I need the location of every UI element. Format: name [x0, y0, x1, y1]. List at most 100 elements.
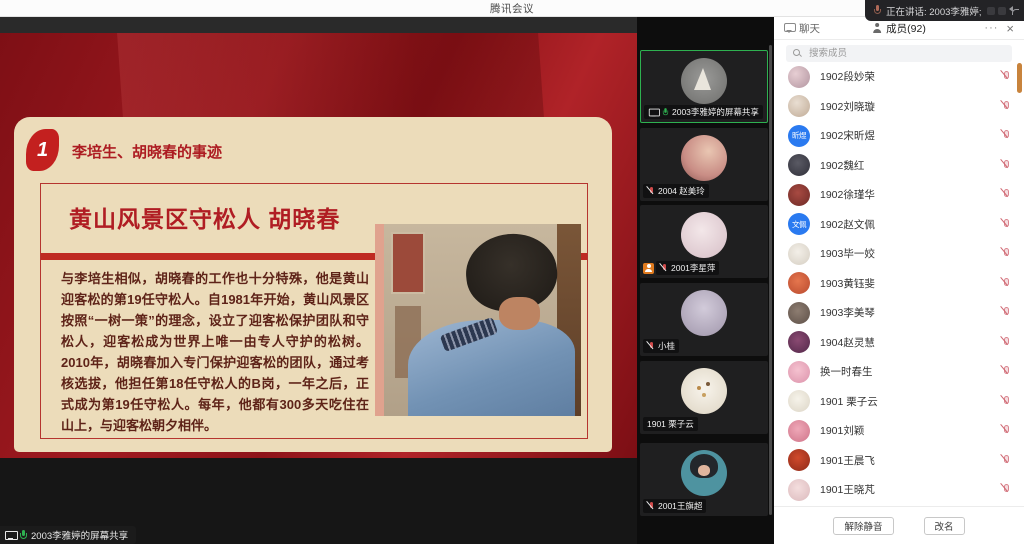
participant-avatar [681, 212, 727, 258]
member-row[interactable]: 换一时春生 [774, 357, 1024, 387]
member-name: 1902赵文佩 [820, 217, 990, 232]
avatar [788, 66, 810, 88]
tab-members-label: 成员(92) [886, 21, 926, 36]
member-row[interactable]: 1902段妙荣 [774, 62, 1024, 92]
avatar [788, 272, 810, 294]
tile-name: 小桂 [658, 340, 675, 352]
more-button[interactable]: ··· [984, 23, 998, 34]
tab-chat[interactable]: 聊天 [784, 21, 820, 36]
search-box[interactable] [786, 45, 1012, 62]
member-row[interactable]: 1904赵灵慧 [774, 328, 1024, 358]
rename-button[interactable]: 改名 [924, 517, 965, 535]
member-row[interactable]: 1902徐瑾华 [774, 180, 1024, 210]
screen-share-banner: 2003李雅婷的屏幕共享 [0, 526, 136, 544]
close-panel-button[interactable]: × [1006, 22, 1014, 35]
mic-on-icon [663, 108, 669, 117]
unmute-button[interactable]: 解除静音 [833, 517, 893, 535]
member-row[interactable]: 1903李美琴 [774, 298, 1024, 328]
participant-avatar [681, 58, 727, 104]
meeting-window: 腾讯会议 正在讲话: 2003李雅婷; 1 李培生、胡晓春的事迹 黄山风景区守松… [0, 0, 1024, 544]
member-row[interactable]: 1901王晓芃 [774, 475, 1024, 505]
panel-footer: 解除静音 改名 [774, 506, 1024, 544]
tab-members[interactable]: 成员(92) [872, 21, 926, 36]
photo-face [499, 297, 540, 330]
muted-mic-icon [1000, 100, 1010, 113]
audio-device-icon [998, 7, 1006, 15]
tile-name: 1901 栗子云 [647, 418, 694, 430]
members-scrollbar[interactable] [1017, 63, 1022, 93]
muted-mic-icon [1000, 365, 1010, 378]
member-name: 换一时春生 [820, 364, 990, 379]
speaking-mic-icon [874, 5, 881, 16]
video-tile[interactable]: 小桂 [640, 283, 768, 356]
avatar: 文佩 [788, 213, 810, 235]
member-row[interactable]: 1903毕一姣 [774, 239, 1024, 269]
speaking-toast: 正在讲话: 2003李雅婷; [865, 0, 1024, 21]
avatar [788, 95, 810, 117]
screen-share-banner-text: 2003李雅婷的屏幕共享 [31, 528, 128, 542]
avatar [788, 331, 810, 353]
member-row[interactable]: 1901王晨飞 [774, 446, 1024, 476]
hu-xiaochun-photo [375, 224, 581, 416]
member-name: 1901王晓芃 [820, 482, 990, 497]
avatar: 昕煜 [788, 125, 810, 147]
member-name: 1902魏红 [820, 158, 990, 173]
tile-name: 2001王旗超 [658, 500, 702, 512]
avatar [788, 390, 810, 412]
member-name: 1902刘晓璇 [820, 99, 990, 114]
avatar [788, 479, 810, 501]
muted-mic-icon [1000, 483, 1010, 496]
member-row[interactable]: 昕煜 1902宋昕煜 [774, 121, 1024, 151]
muted-mic-icon [1000, 159, 1010, 172]
member-name: 1902徐瑾华 [820, 187, 990, 202]
video-tile[interactable]: 2004 赵美玲 [640, 128, 768, 201]
screen-share-icon [5, 531, 16, 540]
member-row[interactable]: 1902魏红 [774, 151, 1024, 181]
muted-mic-icon [1000, 336, 1010, 349]
tile-name: 2001李星萍 [671, 262, 715, 274]
search-input[interactable] [807, 47, 1005, 60]
avatar [788, 361, 810, 383]
member-name: 1902宋昕煜 [820, 128, 990, 143]
member-name: 1901王晨飞 [820, 453, 990, 468]
video-strip-scrollbar[interactable] [769, 45, 772, 515]
slide-body-text: 与李培生相似，胡晓春的工作也十分特殊，他是黄山迎客松的第19任守松人。自1981… [61, 268, 369, 436]
avatar [788, 154, 810, 176]
photo-left-strip [375, 224, 384, 416]
video-tile[interactable]: 1901 栗子云 [640, 361, 768, 434]
muted-mic-icon [647, 501, 655, 512]
muted-mic-icon [1000, 277, 1010, 290]
muted-mic-icon [1000, 306, 1010, 319]
app-title: 腾讯会议 [490, 1, 534, 16]
member-row[interactable]: 1903黄钰斐 [774, 269, 1024, 299]
muted-mic-icon [1000, 129, 1010, 142]
muted-mic-icon [1000, 70, 1010, 83]
member-name: 1903毕一姣 [820, 246, 990, 261]
muted-mic-icon [1000, 188, 1010, 201]
reply-arrow-icon [1009, 7, 1019, 15]
member-name: 1903黄钰斐 [820, 276, 990, 291]
member-row[interactable]: 1901 栗子云 [774, 387, 1024, 417]
mic-on-icon [20, 530, 27, 541]
participant-avatar [681, 135, 727, 181]
members-panel: 聊天 成员(92) ··· × 1902段妙荣 19 [774, 17, 1024, 544]
tile-name: 2003李雅婷的屏幕共享 [672, 106, 759, 118]
muted-mic-icon [660, 263, 668, 274]
member-row[interactable]: 1901刘颖 [774, 416, 1024, 446]
member-row[interactable]: 1902刘晓璇 [774, 92, 1024, 122]
avatar [788, 420, 810, 442]
slide-heading: 黄山风景区守松人 胡晓春 [69, 200, 340, 234]
avatar [788, 184, 810, 206]
video-tile[interactable]: 2003李雅婷的屏幕共享 [640, 50, 768, 123]
photo-wall-frame [391, 232, 425, 294]
participant-avatar [681, 290, 727, 336]
member-row[interactable]: 文佩 1902赵文佩 [774, 210, 1024, 240]
video-tile[interactable]: 2001王旗超 [640, 443, 768, 516]
video-tile[interactable]: 2001李星萍 [640, 205, 768, 278]
muted-mic-icon [1000, 454, 1010, 467]
share-top-band [0, 17, 637, 33]
avatar [788, 449, 810, 471]
member-name: 1903李美琴 [820, 305, 990, 320]
chat-icon [784, 23, 795, 33]
speaking-toast-text: 正在讲话: 2003李雅婷; [886, 4, 982, 18]
